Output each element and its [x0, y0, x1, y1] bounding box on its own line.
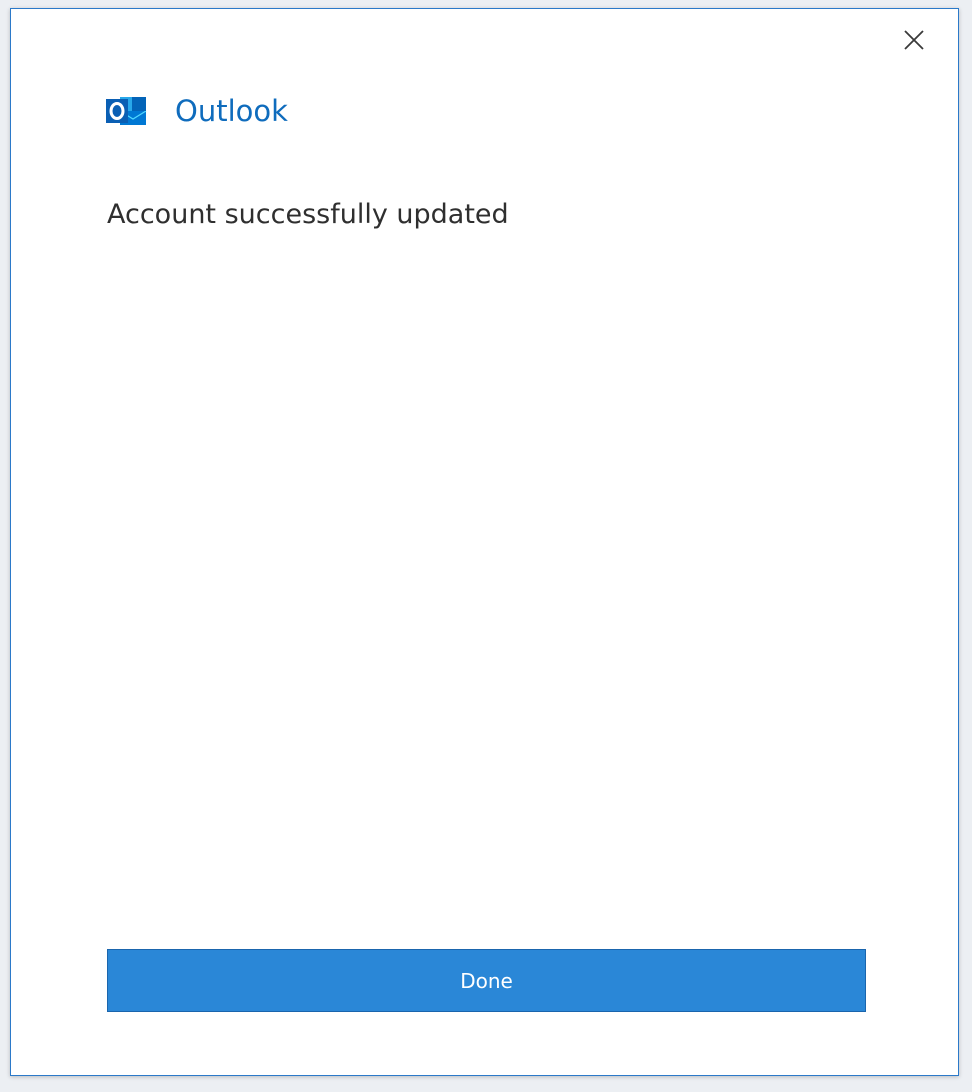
close-icon: [904, 30, 924, 50]
app-brand: Outlook: [106, 91, 288, 131]
app-name: Outlook: [175, 94, 288, 128]
close-button[interactable]: [899, 25, 929, 55]
done-button[interactable]: Done: [107, 949, 866, 1012]
outlook-logo-icon: [106, 97, 147, 125]
account-setup-dialog: Outlook Account successfully updated Don…: [10, 8, 959, 1076]
status-message: Account successfully updated: [107, 199, 509, 230]
